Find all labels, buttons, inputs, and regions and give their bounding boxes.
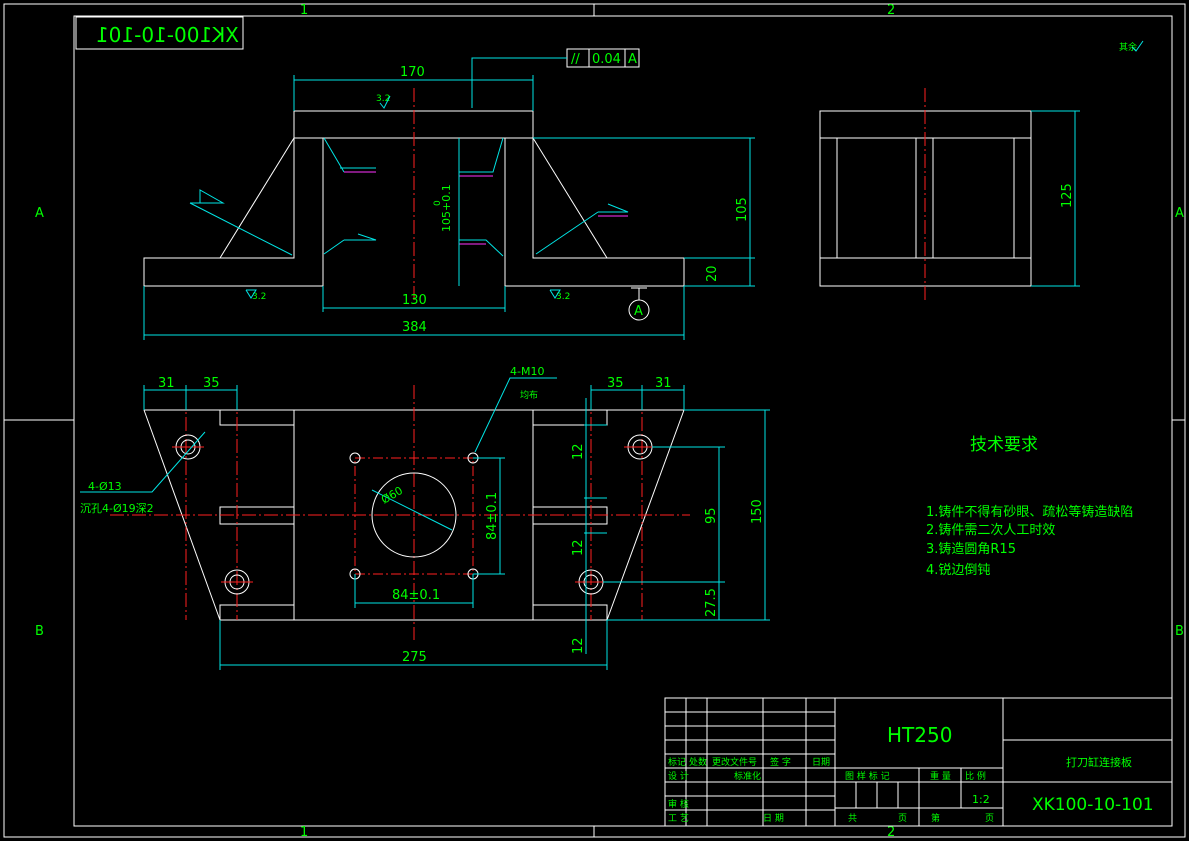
svg-text:12: 12 [571,443,586,460]
tech-req-item: 1.铸件不得有砂眼、疏松等铸造缺陷 [926,504,1133,520]
svg-text:审 核: 审 核 [668,798,689,810]
svg-text:A: A [628,52,637,67]
svg-text://: // [571,52,580,67]
top-view: Ø60 4-M10 均布 4-Ø13 沉孔4-Ø19深2 31 35 35 31… [80,365,770,670]
mirrored-drawing-number: XK100-10-101 [75,16,244,50]
svg-text:重 量: 重 量 [930,770,951,782]
svg-text:签 字: 签 字 [770,756,791,768]
svg-text:95: 95 [704,507,719,524]
svg-text:31: 31 [158,376,175,391]
grid-labels: 1 2 1 2 A A B B [35,3,1184,840]
svg-text:共: 共 [848,813,857,824]
tech-req-item: 2.铸件需二次人工时效 [926,522,1055,538]
svg-text:105: 105 [735,197,750,222]
part-name: 打刀缸连接板 [1066,755,1132,769]
side-view: 125 [819,88,1080,300]
tech-req-item: 4.锐边倒钝 [926,563,990,578]
svg-text:2: 2 [887,3,895,18]
svg-text:A: A [35,206,44,221]
svg-text:标记: 标记 [668,756,686,768]
material-label: HT250 [887,723,952,747]
svg-text:均布: 均布 [520,389,538,401]
svg-text:125: 125 [1060,183,1075,208]
svg-text:图 样 标 记: 图 样 标 记 [845,770,890,782]
sheet-border [3,3,1186,838]
svg-text:20: 20 [705,265,720,282]
svg-text:工 艺: 工 艺 [668,813,689,824]
cad-drawing-canvas: 1 2 1 2 A A B B XK100-10-101 其余 170 // 0… [3,3,1186,840]
tech-req-title: 技术要求 [970,435,1038,455]
drawing-number: XK100-10-101 [1032,795,1154,815]
svg-text:B: B [35,624,44,639]
svg-text:27.5: 27.5 [704,588,719,617]
svg-text:比 例: 比 例 [965,770,986,782]
svg-text:1: 1 [300,3,308,18]
svg-text:35: 35 [203,376,220,391]
svg-text:XK100-10-101: XK100-10-101 [96,23,239,47]
svg-text:170: 170 [400,65,425,80]
svg-text:150: 150 [750,499,765,524]
svg-text:2: 2 [887,825,895,840]
svg-text:沉孔4-Ø19深2: 沉孔4-Ø19深2 [80,502,154,515]
svg-text:标准化: 标准化 [734,770,761,782]
svg-text:A: A [634,304,643,319]
svg-text:84±0.1: 84±0.1 [392,588,440,603]
tech-req-item: 3.铸造圆角R15 [926,541,1016,557]
svg-text:其余: 其余 [1119,41,1137,53]
title-block: HT250 打刀缸连接板 XK100-10-101 1:2 标记 处数 更改文件… [664,697,1173,827]
svg-text:A: A [1175,206,1184,221]
svg-text:第: 第 [931,812,940,824]
svg-text:35: 35 [607,376,624,391]
svg-text:31: 31 [655,376,672,391]
svg-text:384: 384 [402,320,427,335]
svg-text:处数: 处数 [689,756,707,768]
svg-text:12: 12 [571,637,586,654]
svg-text:130: 130 [402,293,427,308]
svg-text:105+0.1: 105+0.1 [440,184,453,232]
svg-text:4-M10: 4-M10 [510,365,544,378]
svg-text:更改文件号: 更改文件号 [712,756,757,768]
svg-text:275: 275 [402,650,427,665]
svg-text:日 期: 日 期 [763,813,784,824]
svg-text:页: 页 [898,813,907,824]
svg-text:0.04: 0.04 [592,52,621,67]
roughness-other-mark: 其余 [1119,40,1144,53]
svg-text:B: B [1175,624,1184,639]
svg-text:84±0.1: 84±0.1 [485,492,500,540]
scale-value: 1:2 [972,793,990,806]
svg-text:0: 0 [433,200,443,206]
svg-text:12: 12 [571,539,586,556]
svg-text:日期: 日期 [812,757,830,768]
technical-requirements: 技术要求 1.铸件不得有砂眼、疏松等铸造缺陷 2.铸件需二次人工时效 3.铸造圆… [926,435,1133,578]
front-view: 170 // 0.04 A 3.2 105+0.1 0 105 20 130 3… [143,48,755,340]
svg-text:4-Ø13: 4-Ø13 [88,480,122,493]
svg-text:1: 1 [300,825,308,840]
svg-text:页: 页 [985,813,994,824]
svg-text:设 计: 设 计 [668,770,689,782]
